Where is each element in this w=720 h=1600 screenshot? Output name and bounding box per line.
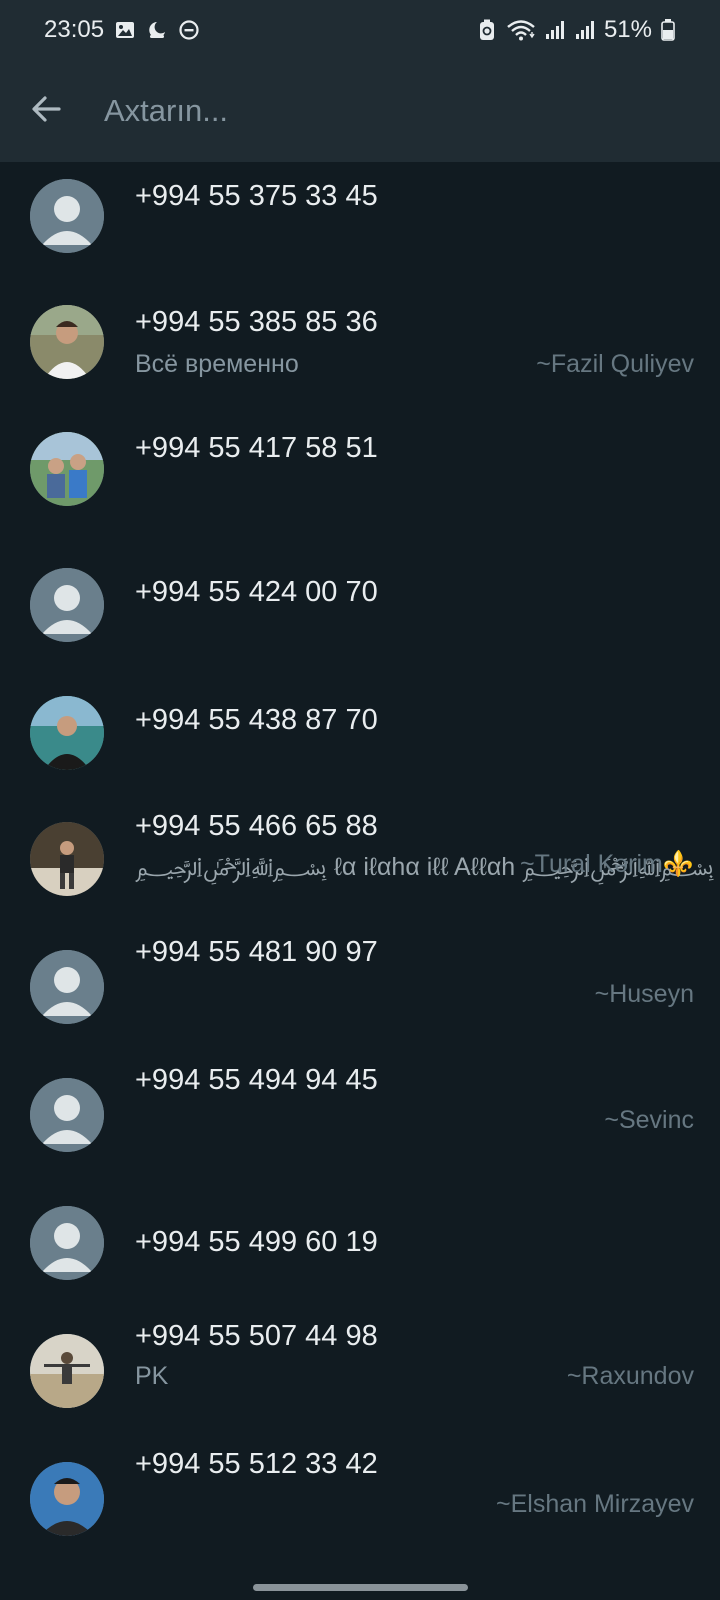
- contact-pushname: ~Elshan Mirzayev: [496, 1490, 694, 1518]
- status-right: 51%: [476, 16, 676, 44]
- contact-pushname: ~Tural Kərim⚜️: [520, 850, 694, 878]
- contact-row[interactable]: +994 55 385 85 36 Всё временно ~Fazil Qu…: [0, 290, 720, 418]
- contact-phone: +994 55 466 65 88: [135, 810, 378, 842]
- clock: 23:05: [44, 16, 105, 43]
- contact-about: Всё временно: [135, 350, 299, 378]
- default-avatar-icon: [30, 950, 104, 1024]
- night-mode-icon: [146, 19, 168, 41]
- navigation-bar: [0, 1572, 720, 1600]
- contact-row[interactable]: +994 55 512 33 42 ~Elshan Mirzayev: [0, 1442, 720, 1570]
- do-not-disturb-icon: [178, 19, 200, 41]
- contact-row[interactable]: +994 55 424 00 70: [0, 546, 720, 674]
- contact-pushname: ~Sevinc: [604, 1106, 694, 1134]
- contact-row[interactable]: +994 55 375 33 45: [0, 162, 720, 290]
- contact-phone: +994 55 494 94 45: [135, 1064, 378, 1096]
- wifi-icon: [506, 19, 536, 41]
- contact-phone: +994 55 481 90 97: [135, 936, 378, 968]
- back-button[interactable]: [26, 91, 66, 131]
- contact-row[interactable]: +994 55 499 60 19: [0, 1186, 720, 1314]
- contact-list[interactable]: +994 55 375 33 45 +994 55 385 85 36 Всё …: [0, 162, 720, 1572]
- contact-row[interactable]: +994 55 417 58 51: [0, 418, 720, 546]
- contact-photo-avatar: [30, 1334, 104, 1408]
- home-indicator[interactable]: [253, 1584, 468, 1591]
- contact-about: PK: [135, 1362, 169, 1390]
- battery-percent: 51%: [603, 16, 652, 43]
- contact-phone: +994 55 424 00 70: [135, 576, 378, 608]
- contact-phone: +994 55 417 58 51: [135, 432, 378, 464]
- contact-pushname: ~Fazil Quliyev: [536, 350, 694, 378]
- default-avatar-icon: [30, 1206, 104, 1280]
- status-left: 23:05: [44, 16, 200, 44]
- signal-icon: [544, 19, 566, 41]
- image-icon: [114, 19, 136, 41]
- contact-phone: +994 55 438 87 70: [135, 704, 378, 736]
- default-avatar-icon: [30, 1078, 104, 1152]
- contact-row[interactable]: +994 55 494 94 45 ~Sevinc: [0, 1058, 720, 1186]
- contact-phone: +994 55 375 33 45: [135, 180, 378, 212]
- contact-photo-avatar: [30, 432, 104, 506]
- contact-phone: +994 55 499 60 19: [135, 1226, 378, 1258]
- contact-row[interactable]: +994 55 507 44 98 PK ~Raxundov: [0, 1314, 720, 1442]
- battery-icon: [660, 19, 676, 41]
- search-input[interactable]: [104, 93, 664, 129]
- contact-pushname: ~Huseyn: [594, 980, 694, 1008]
- contact-row[interactable]: +994 55 438 87 70: [0, 674, 720, 802]
- contact-phone: +994 55 512 33 42: [135, 1448, 378, 1480]
- contact-row[interactable]: +994 55 466 65 88 ﷽ ℓα iℓαhα iℓℓ Aℓℓαh ﷽…: [0, 802, 720, 930]
- contact-phone: +994 55 507 44 98: [135, 1320, 378, 1352]
- default-avatar-icon: [30, 179, 104, 253]
- default-avatar-icon: [30, 568, 104, 642]
- battery-saver-icon: [476, 19, 498, 41]
- arrow-back-icon: [29, 92, 63, 131]
- contact-photo-avatar: [30, 305, 104, 379]
- search-app-bar: [0, 60, 720, 162]
- contact-photo-avatar: [30, 822, 104, 896]
- status-bar: 23:05 51%: [0, 0, 720, 60]
- contact-photo-avatar: [30, 696, 104, 770]
- contact-phone: +994 55 385 85 36: [135, 306, 378, 338]
- contact-row[interactable]: +994 55 481 90 97 ~Huseyn: [0, 930, 720, 1058]
- contact-photo-avatar: [30, 1462, 104, 1536]
- signal-icon: [574, 19, 596, 41]
- contact-pushname: ~Raxundov: [566, 1362, 694, 1390]
